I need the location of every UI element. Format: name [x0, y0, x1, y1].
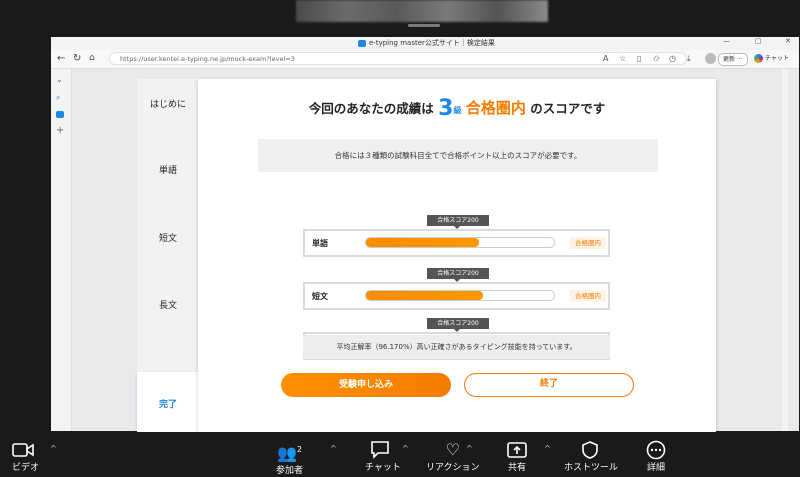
- window-title: e-typing master公式サイト｜検定結果: [358, 38, 495, 48]
- chat-options-caret-icon[interactable]: ^: [402, 444, 409, 453]
- url-field[interactable]: https://user.kentei.e-typing.ne.jp/mock-…: [109, 52, 687, 65]
- level-number: 3: [438, 96, 454, 121]
- reactions-label: リアクション: [426, 463, 480, 473]
- participants-options-caret-icon[interactable]: ^: [330, 444, 337, 453]
- exam-step-nav: はじめに 単語 短文 長文: [137, 79, 199, 417]
- score-row: 短文 合格圏内: [303, 282, 610, 310]
- more-button[interactable]: 詳細: [645, 440, 667, 473]
- video-button[interactable]: ビデオ: [12, 440, 39, 473]
- video-camera-icon: [12, 443, 34, 457]
- score-row-label: 短文: [312, 292, 328, 301]
- nav-item-intro[interactable]: はじめに: [137, 97, 199, 110]
- nav-item-short-text[interactable]: 短文: [137, 231, 199, 244]
- chat-icon: [371, 441, 389, 459]
- chat-button[interactable]: チャット: [365, 440, 401, 473]
- page-content: はじめに 単語 短文 長文 完了 今回のあなたの成績は 3級 合格圏内 のスコア…: [72, 69, 799, 436]
- finish-button[interactable]: 終了: [464, 373, 634, 397]
- downloads-icon[interactable]: ⤓: [687, 54, 691, 64]
- vertical-tabs-sidebar: ⌄ ⌕ +: [51, 69, 72, 431]
- tab-collapse-icon[interactable]: ⌄: [56, 75, 63, 84]
- nav-item-complete-label: 完了: [159, 400, 178, 410]
- more-icon: [646, 440, 666, 460]
- pass-score-marker: 合格スコア200: [427, 215, 489, 229]
- pass-status: 合格圏内: [465, 99, 526, 117]
- update-label: 更新: [723, 56, 736, 63]
- refresh-icon[interactable]: ↻: [73, 53, 81, 64]
- page-scrollbar[interactable]: [782, 69, 788, 431]
- update-button[interactable]: 更新 ···: [718, 53, 748, 66]
- video-options-caret-icon[interactable]: ^: [50, 444, 57, 453]
- share-label: 共有: [507, 463, 526, 473]
- headline-prefix: 今回のあなたの成績は: [308, 101, 434, 116]
- participant-video-thumbnail[interactable]: [296, 0, 548, 22]
- reactions-options-caret-icon[interactable]: ^: [466, 444, 473, 453]
- video-label: ビデオ: [12, 463, 40, 473]
- score-row-label: 単語: [312, 239, 328, 248]
- pass-score-marker: 合格スコア200: [427, 318, 489, 332]
- window-title-text: e-typing master公式サイト｜検定結果: [369, 39, 495, 47]
- host-tools-button[interactable]: ホストツール: [564, 440, 618, 473]
- score-progress-track: [365, 237, 555, 248]
- host-tools-label: ホストツール: [564, 463, 619, 473]
- maximize-icon[interactable]: ▢: [755, 37, 762, 45]
- nav-item-complete[interactable]: 完了: [137, 372, 201, 436]
- panel-drag-handle[interactable]: [408, 24, 440, 27]
- read-aloud-icon[interactable]: A: [603, 54, 608, 63]
- score-progress-track: [365, 290, 555, 301]
- back-icon[interactable]: ←: [57, 53, 65, 64]
- copilot-chat-button[interactable]: チャット: [754, 53, 789, 64]
- pass-requirement-notice: 合格には３種類の試験科目全てで合格ポイント以上のスコアが必要です。: [258, 139, 658, 172]
- share-button[interactable]: 共有: [506, 440, 528, 473]
- headline-suffix: のスコアです: [530, 101, 606, 116]
- address-bar-row: ← ↻ ⌂ https://user.kentei.e-typing.ne.jp…: [51, 50, 799, 69]
- history-icon[interactable]: ◷: [669, 54, 676, 63]
- browser-window: e-typing master公式サイト｜検定結果 — ▢ ✕ ← ↻ ⌂ ht…: [51, 37, 799, 436]
- accuracy-summary: 平均正解率（96.170%）高い正確さがあるタイピング技能を持っています。: [303, 335, 610, 359]
- pass-status-badge: 合格圏内: [570, 290, 606, 302]
- new-tab-icon[interactable]: +: [56, 125, 64, 136]
- split-screen-icon[interactable]: ▯: [637, 54, 641, 63]
- favorites-bar-icon[interactable]: ✩: [653, 54, 660, 63]
- pass-status-badge: 合格圏内: [570, 237, 606, 249]
- nav-item-words[interactable]: 単語: [137, 163, 199, 176]
- copilot-icon: [754, 54, 763, 63]
- profile-avatar[interactable]: [705, 53, 716, 64]
- pass-score-marker: 合格スコア200: [427, 268, 489, 282]
- close-icon[interactable]: ✕: [785, 37, 791, 45]
- participants-icon: 👥2: [277, 443, 303, 463]
- participants-button[interactable]: 👥2 参加者: [276, 440, 303, 476]
- participant-count: 2: [296, 445, 303, 454]
- apply-exam-button[interactable]: 受験申し込み: [281, 373, 451, 397]
- score-row: 単語 合格圏内: [303, 229, 610, 257]
- share-options-caret-icon[interactable]: ^: [544, 444, 551, 453]
- nav-item-long-text[interactable]: 長文: [137, 298, 199, 311]
- shield-icon: [582, 441, 598, 459]
- site-tab-icon[interactable]: [56, 111, 64, 118]
- site-favicon-icon: [358, 39, 366, 47]
- meeting-toolbar: ビデオ ^ 👥2 参加者 ^ チャット ^ ♡ リアクション ^ 共有 ^ ホス…: [0, 432, 800, 477]
- more-label: 詳細: [646, 463, 665, 473]
- share-screen-icon: [507, 442, 527, 458]
- score-progress-fill: [366, 238, 479, 247]
- minimize-icon[interactable]: —: [723, 37, 730, 45]
- score-progress-fill: [366, 291, 483, 300]
- chat-label-zoom: チャット: [365, 463, 401, 473]
- favorite-icon[interactable]: ☆: [619, 54, 626, 63]
- level-unit: 級: [453, 106, 462, 115]
- title-bar: e-typing master公式サイト｜検定結果 — ▢ ✕: [51, 37, 799, 48]
- result-card: 今回のあなたの成績は 3級 合格圏内 のスコアです 合格には３種類の試験科目全て…: [198, 79, 716, 433]
- home-icon[interactable]: ⌂: [89, 53, 95, 64]
- chat-label: チャット: [765, 55, 789, 62]
- participants-label: 参加者: [276, 466, 304, 477]
- result-headline: 今回のあなたの成績は 3級 合格圏内 のスコアです: [198, 96, 716, 121]
- search-tab-icon[interactable]: ⌕: [56, 93, 60, 103]
